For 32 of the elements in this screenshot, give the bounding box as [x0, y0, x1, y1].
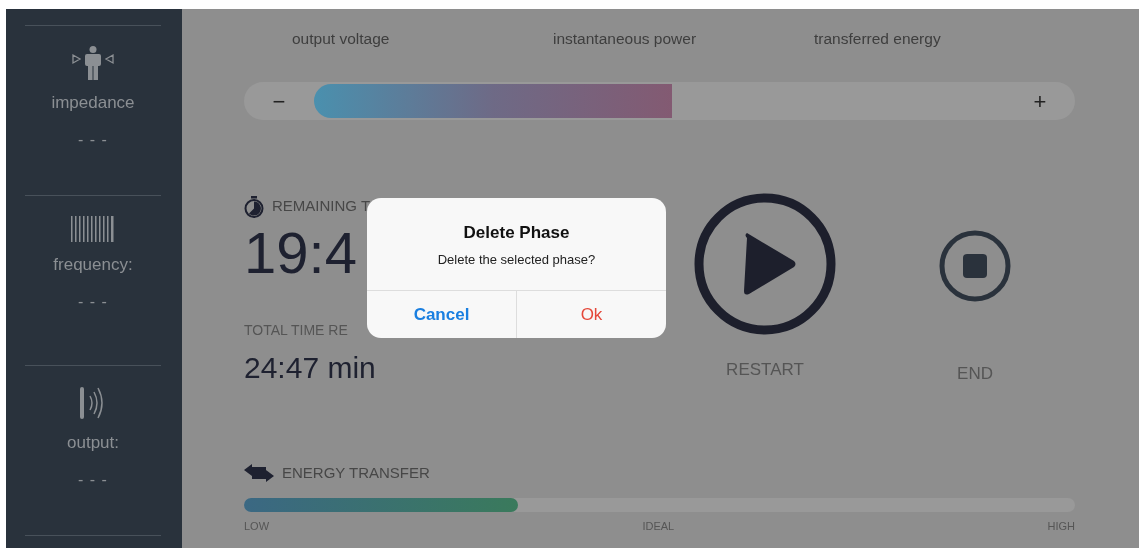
- sensor-value: - - -: [78, 291, 108, 312]
- remaining-time-value: 19:4: [244, 223, 357, 282]
- remaining-time-label: REMAINING T: [272, 196, 371, 217]
- sensor-label: impedance: [51, 92, 135, 114]
- play-button[interactable]: [694, 193, 836, 336]
- dialog-title: Delete Phase: [462, 222, 571, 244]
- dialog-message: Delete the selected phase?: [436, 250, 597, 269]
- total-time-label: TOTAL TIME RE: [244, 320, 348, 340]
- sensor-label: frequency:: [53, 254, 133, 276]
- minus-button[interactable]: −: [244, 82, 314, 121]
- cancel-button[interactable]: Cancel: [367, 291, 516, 338]
- scale-label: LOW: [244, 519, 270, 535]
- total-time-value: 24:47 min: [244, 349, 376, 386]
- person-icon: [70, 46, 116, 80]
- control-label: END: [957, 363, 993, 386]
- ok-button[interactable]: Ok: [516, 291, 666, 338]
- sensor-value: - - -: [78, 469, 108, 490]
- scale-label: HIGH: [1047, 519, 1075, 535]
- metric-label: instantaneous power: [553, 29, 698, 49]
- scale-label: IDEAL: [642, 519, 675, 535]
- sensor-value: - - -: [78, 129, 108, 150]
- energy-transfer-label: ENERGY TRANSFER: [282, 462, 430, 483]
- stopwatch-icon: [244, 195, 264, 218]
- slider-track[interactable]: − +: [244, 82, 1075, 121]
- stop-button[interactable]: [938, 229, 1012, 304]
- swap-arrows-icon: [244, 464, 274, 482]
- control-label: RESTART: [726, 359, 804, 382]
- metric-label: output voltage: [292, 29, 391, 49]
- sensor-label: output:: [67, 432, 119, 454]
- bars-icon: [70, 216, 116, 242]
- metric-label: transferred energy: [814, 29, 942, 49]
- plus-button[interactable]: +: [1005, 82, 1075, 121]
